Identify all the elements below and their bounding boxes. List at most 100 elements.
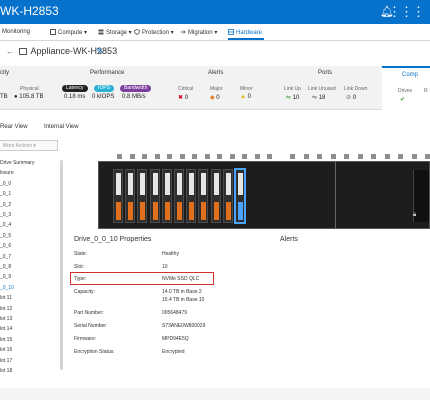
- nav-monitoring[interactable]: Monitoring: [2, 29, 30, 35]
- drive-carrier: [140, 173, 146, 195]
- minor-value: 0: [247, 94, 251, 100]
- tree-node[interactable]: _0_10: [0, 285, 14, 293]
- nav-hardware[interactable]: Hardware: [228, 29, 262, 36]
- tree-node[interactable]: _0_5: [0, 233, 11, 241]
- r-label: R: [424, 88, 428, 94]
- drives-label: Drives: [398, 88, 413, 94]
- performance-title: Performance: [90, 70, 125, 76]
- alerts-title: Alerts: [208, 70, 224, 76]
- tree-node[interactable]: lot 12: [0, 306, 12, 314]
- tab-rear-view[interactable]: Rear View: [0, 124, 28, 130]
- tree-node[interactable]: lot 17: [0, 358, 12, 366]
- tree-node[interactable]: _0_7: [0, 254, 11, 262]
- major-label: Major: [210, 86, 223, 92]
- nav-storage[interactable]: Storage ▾: [98, 29, 132, 36]
- tree-node[interactable]: lot 11: [0, 295, 12, 303]
- drive-slot[interactable]: [222, 169, 233, 223]
- drive-slot[interactable]: [186, 169, 197, 223]
- nav-migration[interactable]: Migration ▾: [180, 29, 217, 36]
- drive-slot[interactable]: [198, 169, 209, 223]
- nav-compute[interactable]: Compute ▾: [50, 29, 87, 36]
- tree-node[interactable]: losure: [0, 170, 14, 178]
- prop-firmware-label: Firmware:: [74, 336, 97, 342]
- slot-indicator: [117, 154, 122, 159]
- drive-slot[interactable]: [174, 169, 184, 223]
- drive-carrier: [164, 173, 170, 195]
- summary-strip: city Physical TB ● 105.8 TB Performance …: [0, 66, 430, 110]
- slot-indicator: [344, 154, 349, 159]
- prop-capacity-value: 14.0 TB in Base 2: [162, 289, 202, 295]
- slot-indicator: [217, 154, 222, 159]
- drive-slot[interactable]: [149, 169, 160, 223]
- prop-slot-label: Slot:: [74, 264, 85, 270]
- tree-node[interactable]: _0_9: [0, 274, 11, 282]
- tree-node[interactable]: lot 16: [0, 347, 12, 355]
- capacity-title: city: [0, 70, 9, 76]
- prop-serial-label: Serial Number:: [74, 323, 108, 329]
- drive-slot-selected[interactable]: [235, 169, 245, 223]
- ports-title: Ports: [318, 70, 333, 76]
- performance-section[interactable]: Performance Latency IOPS Bandwidth 0.18 …: [52, 66, 162, 110]
- slot-indicator: [425, 154, 430, 159]
- drive-carrier: [128, 173, 134, 195]
- drive-slot[interactable]: [113, 169, 123, 223]
- more-actions-dropdown[interactable]: More Actions ▾: [0, 140, 58, 151]
- slot-indicator: [204, 154, 210, 159]
- drive-latch: [213, 202, 219, 220]
- slot-indicator: [267, 154, 272, 159]
- alerts-section[interactable]: Alerts Critical Major Minor ✖ 0 ◆ 0 ▲ 0: [168, 66, 268, 110]
- physical-value: ● 105.8 TB: [14, 94, 44, 100]
- slot-indicator: [142, 154, 147, 159]
- tree-node[interactable]: lot 13: [0, 316, 12, 324]
- ports-section[interactable]: Ports Link Up Link Unused Link Down ⇋ 10…: [276, 66, 376, 110]
- tree-node[interactable]: _0_2: [0, 202, 11, 210]
- tree-node[interactable]: _0_8: [0, 264, 11, 272]
- prop-serial-value: S73ANE0W800029: [162, 323, 206, 329]
- drive-slot[interactable]: [137, 169, 148, 223]
- tree-node[interactable]: lot 18: [0, 368, 12, 376]
- prop-slot-value: 10: [162, 264, 168, 270]
- drive-carrier: [238, 173, 243, 195]
- iops-pill: IOPS: [94, 85, 114, 92]
- tree-node[interactable]: lot 15: [0, 337, 12, 345]
- drive-carrier: [213, 173, 219, 195]
- link-down-icon: ⊘: [346, 95, 352, 101]
- drive-slot[interactable]: [125, 169, 136, 223]
- critical-label: Critical: [178, 86, 194, 92]
- nav-protection[interactable]: Protection ▾: [134, 29, 174, 36]
- tree-node[interactable]: _0_6: [0, 243, 11, 251]
- page-title-text: Appliance-WK-H2853: [30, 46, 118, 56]
- slot-indicator: [229, 154, 235, 159]
- drive-latch: [116, 202, 121, 220]
- physical-value-text: 105.8 TB: [19, 94, 44, 100]
- slot-indicator: [179, 154, 185, 159]
- components-section[interactable]: Comp Drives R ✔: [382, 66, 430, 110]
- drive-slot[interactable]: [210, 169, 221, 223]
- tree-node[interactable]: lot 14: [0, 326, 12, 334]
- tree-node[interactable]: _0_1: [0, 191, 11, 199]
- drive-slot[interactable]: [161, 169, 172, 223]
- lock-icon: 🔒︎: [413, 212, 417, 218]
- capacity-left-value: TB: [0, 94, 8, 100]
- pencil-icon[interactable]: ✎: [96, 46, 104, 57]
- prop-type-value: NVMe SSD QLC: [162, 276, 200, 282]
- back-icon[interactable]: ←: [6, 47, 14, 56]
- prop-firmware-value: MPD94E5Q: [162, 336, 189, 342]
- prop-type-label: Type:: [74, 276, 87, 282]
- drive-carrier: [201, 173, 207, 195]
- prop-state-label: State:: [74, 251, 88, 257]
- tree-node[interactable]: Drive Summary: [0, 160, 34, 168]
- tree-node[interactable]: _0_4: [0, 222, 11, 230]
- tree-scrollbar[interactable]: [60, 160, 63, 370]
- properties-title: Drive_0_0_10 Properties: [74, 236, 152, 243]
- iops-value: 0 kIOPS: [92, 94, 115, 100]
- capacity-section[interactable]: city Physical TB ● 105.8 TB: [0, 66, 46, 110]
- tab-internal-view[interactable]: Internal View: [44, 124, 79, 130]
- tree-node[interactable]: _0_0: [0, 181, 11, 189]
- grid-icon[interactable]: ⋮⋮⋮: [388, 4, 425, 20]
- slot-indicator: [411, 154, 417, 159]
- slot-indicator: [192, 154, 197, 159]
- tree-node[interactable]: _0_3: [0, 212, 11, 220]
- chassis-divider: [335, 162, 336, 228]
- bandwidth-pill: Bandwidth: [120, 85, 152, 92]
